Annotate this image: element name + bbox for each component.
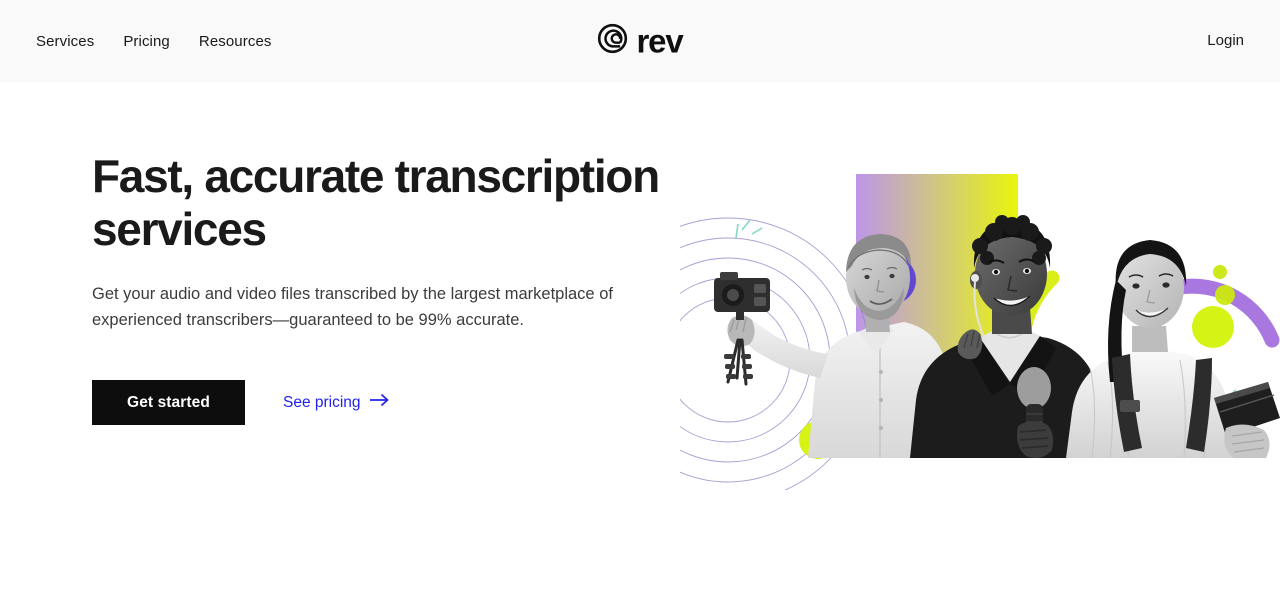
hero-cta-group: Get started See pricing xyxy=(92,380,692,426)
rev-logo[interactable]: rev xyxy=(597,22,684,60)
arrow-right-icon xyxy=(369,393,390,412)
primary-navigation: Services Pricing Resources xyxy=(36,33,272,50)
header-actions: Login xyxy=(1207,32,1244,50)
hero-collage-image xyxy=(680,82,1280,490)
hero-copy: Fast, accurate transcription services Ge… xyxy=(92,150,692,426)
hero-subtitle: Get your audio and video files transcrib… xyxy=(92,284,613,330)
get-started-button[interactable]: Get started xyxy=(92,380,245,426)
nav-item-pricing[interactable]: Pricing xyxy=(123,33,170,50)
hero-section: Fast, accurate transcription services Ge… xyxy=(0,82,1280,490)
see-pricing-label: See pricing xyxy=(283,393,361,411)
nav-item-services[interactable]: Services xyxy=(36,33,94,50)
site-header: Services Pricing Resources rev Login xyxy=(0,0,1280,82)
logo-wordmark: rev xyxy=(636,22,684,60)
hero-title-line-2: services xyxy=(92,203,267,256)
hero-title-line-1: Fast, accurate transcription xyxy=(92,150,660,202)
rev-swirl-logo-icon xyxy=(597,23,628,59)
login-link[interactable]: Login xyxy=(1207,32,1244,49)
page-title: Fast, accurate transcription services xyxy=(92,150,692,257)
see-pricing-link[interactable]: See pricing xyxy=(283,393,390,412)
nav-item-resources[interactable]: Resources xyxy=(199,33,272,50)
